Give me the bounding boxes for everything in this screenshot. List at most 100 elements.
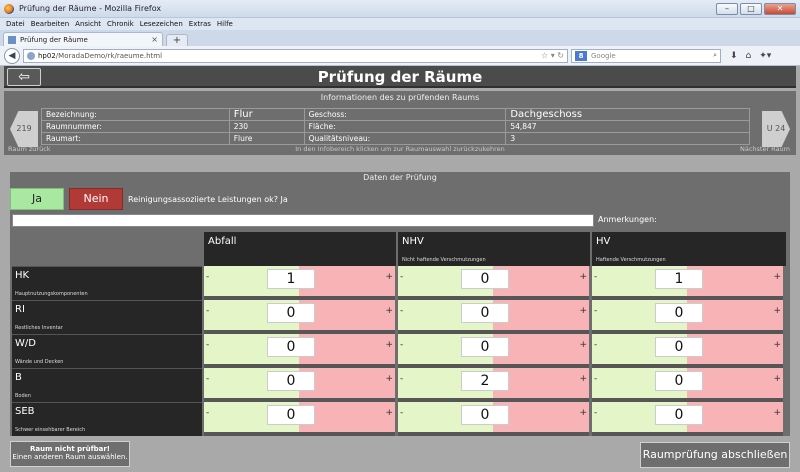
reload-icon[interactable]: ☆ ▾ ↻ [541, 51, 564, 60]
rating-value[interactable]: 0 [655, 303, 703, 323]
new-tab-button[interactable]: + [166, 34, 188, 46]
rating-value[interactable]: 2 [461, 371, 509, 391]
browser-tab[interactable]: Prüfung der Räume × [3, 32, 163, 46]
row-desc: Schwer einsehbarer Bereich [15, 427, 86, 433]
info-value: Dachgeschoss [505, 108, 750, 121]
rating-value[interactable]: 0 [267, 337, 315, 357]
row-header-hk: HK Hauptnutzungskomponenten [12, 266, 202, 300]
rating-cell: - + 0 [204, 368, 395, 402]
info-value: 54,847 [505, 120, 750, 133]
info-label: Geschoss: [303, 108, 507, 121]
row-code: SEB [15, 406, 35, 417]
row-code: HK [15, 270, 30, 281]
column-header-abfall: Abfall [204, 232, 396, 266]
rating-value[interactable]: 0 [461, 269, 509, 289]
app-back-button[interactable]: ⇦ [7, 68, 41, 86]
info-label: Bezeichnung: [41, 108, 230, 121]
row-header-wd: W/D Wände und Decken [12, 334, 202, 368]
menu-lesezeichen[interactable]: Lesezeichen [140, 20, 183, 28]
info-value: Flure [228, 132, 305, 145]
tab-title: Prüfung der Räume [20, 35, 88, 44]
rating-cell: - + 0 [204, 300, 395, 334]
menu-datei[interactable]: Datei [6, 20, 25, 28]
row-desc: Boden [15, 393, 31, 399]
row-code: B [15, 372, 22, 383]
page-title: Prüfung der Räume [317, 68, 483, 86]
browser-back-button[interactable]: ◀ [4, 47, 20, 64]
not-testable-title: Raum nicht prüfbar! [30, 445, 110, 453]
menu-ansicht[interactable]: Ansicht [75, 20, 101, 28]
home-icon[interactable]: ⌂ [746, 51, 752, 61]
hint-center: In den Infobereich klicken um zur Raumau… [295, 145, 505, 153]
rating-cell: - + 1 [592, 266, 783, 300]
url-path: /MoradaDemo/rk/raeume.html [55, 51, 163, 60]
download-icon[interactable]: ⬇ [730, 51, 738, 61]
rating-cell: - + 0 [398, 334, 589, 368]
info-label: Fläche: [303, 120, 507, 133]
info-hints: Raum zurück In den Infobereich klicken u… [4, 145, 796, 155]
search-placeholder: Google [591, 51, 616, 60]
finish-inspection-button[interactable]: Raumprüfung abschließen [640, 442, 790, 468]
info-label: Raumart: [41, 132, 230, 145]
previous-room-button[interactable]: 219 [10, 111, 38, 147]
rating-value[interactable]: 0 [267, 405, 315, 425]
not-testable-subtitle: Einen anderen Raum auswählen. [12, 453, 128, 461]
room-not-testable-button[interactable]: Raum nicht prüfbar! Einen anderen Raum a… [10, 441, 130, 467]
column-header-nhv: NHV Nicht haftende Verschmutzungen [398, 232, 590, 266]
rating-value[interactable]: 0 [461, 405, 509, 425]
yes-button[interactable]: Ja [10, 188, 64, 210]
rating-value[interactable]: 0 [267, 303, 315, 323]
notes-input[interactable] [12, 214, 594, 227]
room-info-table: Bezeichnung: Flur Geschoss: Dachgeschoss… [41, 108, 750, 145]
rating-value[interactable]: 0 [267, 371, 315, 391]
row-header-b: B Boden [12, 368, 202, 402]
menu-extras[interactable]: Extras [189, 20, 211, 28]
maximize-button[interactable]: □ [740, 2, 762, 15]
app-header: Prüfung der Räume ⇦ [4, 66, 796, 88]
toolbar-icons: ⬇ ⌂ ✦▾ [730, 51, 771, 61]
data-panel-title: Daten der Prüfung [363, 173, 437, 182]
window-controls: – □ ✕ [716, 2, 796, 15]
search-bar[interactable]: 8 Google ⌕ [571, 48, 721, 63]
row-desc: Hauptnutzungskomponenten [15, 291, 88, 297]
close-tab-icon[interactable]: × [151, 35, 158, 44]
rating-value[interactable]: 1 [267, 269, 315, 289]
rating-value[interactable]: 1 [655, 269, 703, 289]
rating-cell: - + 0 [592, 334, 783, 368]
url-bar[interactable]: hp02 /MoradaDemo/rk/raeume.html ☆ ▾ ↻ [23, 48, 568, 63]
column-header-hv: HV Haftende Verschmutzungen [592, 232, 786, 266]
rating-value[interactable]: 0 [461, 303, 509, 323]
info-value: Flur [228, 108, 305, 121]
app-container: Prüfung der Räume ⇦ Informationen des zu… [0, 66, 800, 472]
rating-cell: - + 0 [398, 300, 589, 334]
rating-cell: - + 0 [592, 368, 783, 402]
search-engine-icon[interactable]: 8 [575, 50, 587, 61]
room-info-panel[interactable]: Informationen des zu prüfenden Raums 219… [4, 91, 796, 155]
info-value: 230 [228, 120, 305, 133]
rating-value[interactable]: 0 [655, 405, 703, 425]
inspection-data-panel: Daten der Prüfung Ja Nein Reinigungsasso… [10, 172, 790, 436]
footer-bar: Raum nicht prüfbar! Einen anderen Raum a… [0, 438, 800, 472]
rating-value[interactable]: 0 [655, 371, 703, 391]
minimize-button[interactable]: – [716, 2, 738, 15]
addon-icon[interactable]: ✦▾ [759, 51, 771, 61]
search-icon[interactable]: ⌕ [713, 51, 717, 60]
info-label: Qualitätsniveau: [303, 132, 507, 145]
close-window-button[interactable]: ✕ [764, 2, 796, 15]
hint-next-room: Nächster Raum [739, 145, 790, 153]
next-room-button[interactable]: U 24 [762, 111, 790, 147]
menu-hilfe[interactable]: Hilfe [217, 20, 233, 28]
services-question: Reinigungsassoziierte Leistungen ok? Ja [128, 194, 288, 204]
rating-cell: - + 2 [398, 368, 589, 402]
row-code: W/D [15, 338, 36, 349]
rating-value[interactable]: 0 [655, 337, 703, 357]
no-button[interactable]: Nein [69, 188, 123, 210]
menu-bearbeiten[interactable]: Bearbeiten [31, 20, 69, 28]
row-desc: Restliches Inventar [15, 325, 63, 331]
site-identity-icon[interactable] [27, 51, 35, 60]
info-row: Raumnummer: 230 Fläche: 54,847 [41, 120, 750, 133]
page-favicon-icon [8, 35, 16, 44]
row-header-seb: SEB Schwer einsehbarer Bereich [12, 402, 202, 436]
rating-value[interactable]: 0 [461, 337, 509, 357]
menu-chronik[interactable]: Chronik [107, 20, 134, 28]
